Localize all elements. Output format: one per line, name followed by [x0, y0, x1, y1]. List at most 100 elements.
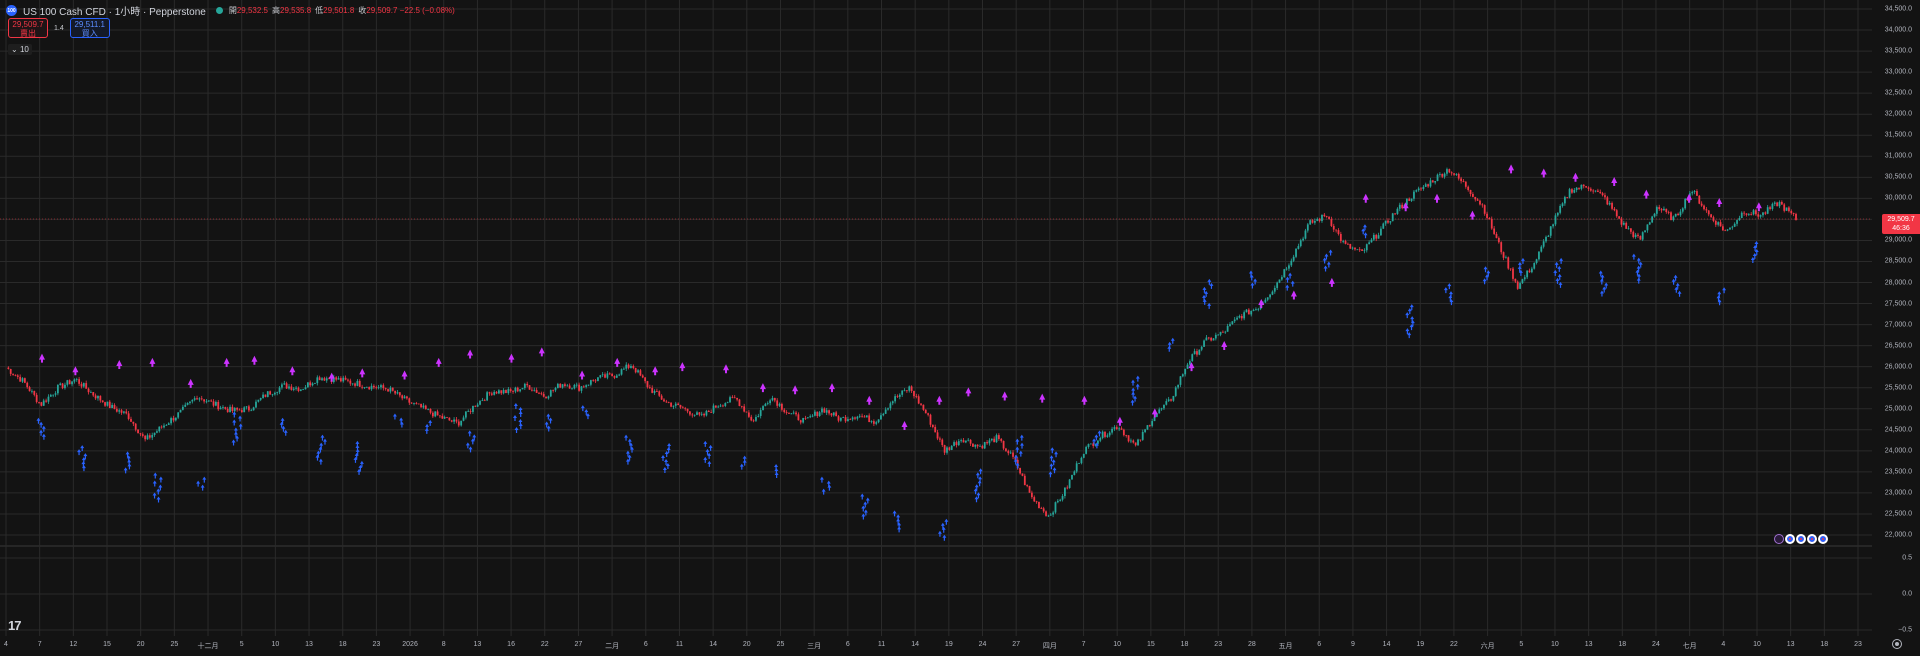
- candle-body: [181, 406, 184, 410]
- candle-body: [889, 403, 892, 409]
- candle-body: [1368, 242, 1371, 245]
- candle-body: [179, 409, 182, 413]
- indicators-toggle[interactable]: ⌄ 10: [8, 44, 32, 55]
- time-tick-label: 27: [1012, 641, 1021, 648]
- candle-body: [9, 368, 12, 374]
- candle-body: [1309, 220, 1312, 225]
- time-tick-label: 28: [1247, 641, 1256, 648]
- candle-body: [1512, 268, 1514, 279]
- candle-body: [1075, 463, 1078, 472]
- time-tick-label: 16: [507, 641, 515, 648]
- buy-signal-marker: [1443, 283, 1454, 306]
- candle-body: [875, 422, 878, 424]
- buy-signal-marker: [465, 430, 477, 453]
- time-tick-label: 10: [1113, 641, 1122, 648]
- candle-body: [1042, 508, 1045, 512]
- candle-body: [35, 394, 38, 402]
- candle-body: [1707, 210, 1710, 215]
- candle-body: [302, 389, 305, 391]
- candle-body: [1691, 192, 1694, 194]
- spread-value: 1.4: [54, 24, 64, 32]
- price-chart[interactable]: [0, 0, 1920, 656]
- candle-body: [233, 408, 236, 412]
- candle-body: [1217, 334, 1220, 336]
- candle-body: [448, 417, 451, 421]
- candle-body: [1592, 190, 1595, 192]
- candle-body: [997, 435, 1000, 439]
- candle-body: [858, 415, 861, 417]
- buy-signal-marker: [937, 518, 949, 541]
- candle-body: [750, 416, 753, 421]
- candle-body: [347, 379, 349, 381]
- flag-icon[interactable]: [1785, 534, 1795, 544]
- candle-body: [894, 396, 897, 402]
- symbol-title[interactable]: US 100 Cash CFD · 1小時 · Pepperstone: [23, 3, 206, 18]
- candle-body: [637, 370, 639, 373]
- candle-body: [384, 388, 387, 390]
- time-tick-label: 七月: [1682, 643, 1697, 650]
- time-tick-label: 14: [911, 641, 920, 648]
- candle-body: [861, 415, 863, 417]
- tradingview-logo-icon[interactable]: 17: [8, 618, 22, 633]
- candle-body: [172, 418, 175, 421]
- candle-body: [1231, 321, 1234, 325]
- time-tick-label: 13: [305, 641, 313, 648]
- candle-body: [1101, 431, 1104, 438]
- candle-body: [884, 409, 887, 414]
- candle-body: [1641, 232, 1644, 240]
- candle-body: [1429, 180, 1432, 187]
- candle-body: [865, 415, 868, 418]
- candle-body: [908, 386, 911, 391]
- candle-body: [1759, 215, 1762, 217]
- candle-body: [1427, 184, 1429, 187]
- candle-body: [608, 373, 611, 375]
- flag-icon[interactable]: [1807, 534, 1817, 544]
- time-tick-label: 19: [944, 641, 953, 648]
- sell-signal-marker: [467, 349, 474, 359]
- candle-body: [323, 378, 326, 381]
- sell-signal-marker: [1508, 164, 1515, 174]
- candle-body: [1264, 299, 1267, 303]
- candle-body: [61, 383, 64, 389]
- candle-body: [828, 410, 830, 414]
- sell-button[interactable]: 29,509.7 賣出: [8, 18, 48, 38]
- candle-body: [1519, 283, 1521, 289]
- candle-body: [941, 439, 944, 446]
- candle-body: [106, 401, 109, 406]
- flag-icon[interactable]: [1818, 534, 1828, 544]
- candle-body: [988, 440, 991, 444]
- candle-body: [799, 420, 802, 423]
- candle-body: [656, 391, 658, 392]
- time-tick-label: 五月: [1278, 643, 1293, 650]
- time-tick-label: 5: [239, 641, 244, 648]
- candle-body: [1229, 324, 1231, 326]
- candle-body: [99, 395, 102, 401]
- candle-body: [1108, 432, 1111, 436]
- candle-body: [785, 412, 788, 413]
- flag-icon[interactable]: [1796, 534, 1806, 544]
- candle-body: [1078, 463, 1080, 465]
- lightning-icon[interactable]: [1774, 534, 1784, 544]
- time-tick-label: 18: [1180, 641, 1189, 648]
- candle-body: [19, 376, 22, 382]
- candle-body: [776, 400, 779, 406]
- price-tick-label: 28,500.0: [1884, 257, 1912, 265]
- candle-body: [1415, 190, 1418, 192]
- candle-body: [856, 416, 859, 419]
- time-tick-label: 18: [1618, 641, 1627, 648]
- time-tick-label: 10: [1753, 641, 1761, 648]
- candle-body: [736, 397, 738, 400]
- candle-body: [255, 401, 257, 408]
- candle-body: [953, 442, 955, 446]
- settings-icon[interactable]: [1892, 639, 1902, 649]
- buy-signal-marker: [580, 405, 590, 420]
- candle-body: [1523, 277, 1526, 280]
- candle-body: [1064, 487, 1066, 497]
- candle-body: [474, 405, 477, 407]
- ohlc-low: 低29,501.8: [315, 5, 354, 16]
- candle-body: [1604, 195, 1606, 198]
- buy-button[interactable]: 29,511.1 買入: [69, 18, 110, 38]
- candle-body: [1585, 186, 1588, 188]
- candle-body: [1729, 227, 1731, 230]
- candle-body: [64, 384, 66, 389]
